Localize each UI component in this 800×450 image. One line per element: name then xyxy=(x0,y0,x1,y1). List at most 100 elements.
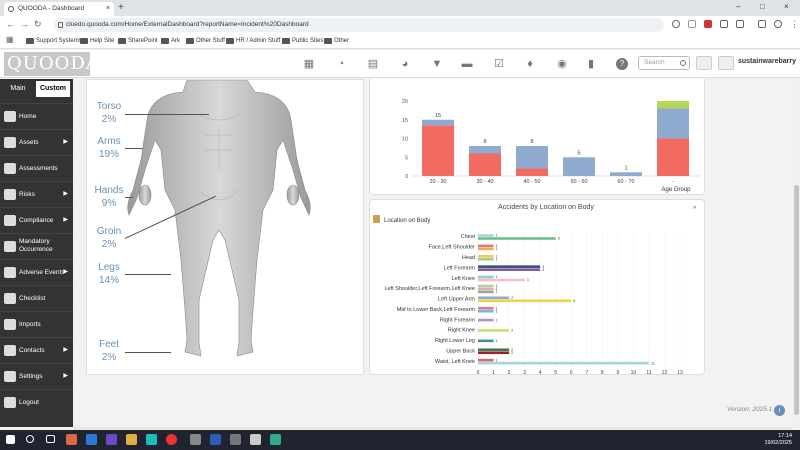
download-icon[interactable] xyxy=(758,20,766,28)
sidebar-item-checklist[interactable]: Checklist xyxy=(0,285,73,311)
app-icon[interactable] xyxy=(270,434,281,445)
body-part-label-arms[interactable]: Arms 19% xyxy=(89,135,129,161)
forward-icon[interactable]: → xyxy=(20,19,29,29)
sidebar-item-contacts[interactable]: Contacts ▶ xyxy=(0,337,73,363)
username[interactable]: sustainwarebarry xyxy=(738,58,796,65)
reload-icon[interactable]: ↻ xyxy=(34,19,42,30)
checklist-icon[interactable]: ☑ xyxy=(493,58,505,70)
bar-value-label: 1 xyxy=(496,275,498,279)
close-tab-icon[interactable]: × xyxy=(106,2,110,16)
body-part-label-groin[interactable]: Groin 2% xyxy=(89,225,129,251)
sidebar-item-label: Risks xyxy=(19,191,35,198)
sidebar-item-assets[interactable]: Assets ▶ xyxy=(0,129,73,155)
edge-icon[interactable] xyxy=(146,434,157,445)
maximize-icon[interactable]: □ xyxy=(760,2,765,11)
chevron-right-icon: ▶ xyxy=(63,373,68,379)
body-part-leader-line xyxy=(125,148,143,149)
bar-value-label: 2 xyxy=(511,329,513,333)
sidebar-item-label: Home xyxy=(19,113,37,120)
browser-tab[interactable]: QUOODA - Dashboard × xyxy=(4,2,114,16)
body-part-percentage: 2% xyxy=(101,239,117,250)
tab-main[interactable]: Main xyxy=(2,81,34,97)
word-icon[interactable] xyxy=(210,434,221,445)
back-icon[interactable]: ← xyxy=(6,19,15,29)
x-tick-label: 60 - 70 xyxy=(617,179,634,185)
app-icon[interactable] xyxy=(190,434,201,445)
gauge-icon[interactable]: ◔ xyxy=(335,58,347,70)
file-explorer-icon[interactable] xyxy=(126,434,137,445)
bookmark-support-systems[interactable]: Support Systems xyxy=(26,37,82,46)
extension-2-icon[interactable] xyxy=(720,20,728,28)
bookmark-icon[interactable]: ▮ xyxy=(585,58,597,70)
sidebar-item-settings[interactable]: Settings ▶ xyxy=(0,363,73,389)
site-info-icon[interactable] xyxy=(58,22,63,28)
bookmark-public-sites[interactable]: Public Sites xyxy=(282,37,323,46)
bar xyxy=(478,254,494,258)
tab-custom[interactable]: Custom xyxy=(36,81,70,97)
folder-icon[interactable]: ▬ xyxy=(461,58,473,70)
info-icon[interactable]: i xyxy=(774,405,785,416)
minimize-icon[interactable]: – xyxy=(736,2,740,11)
user-avatar[interactable] xyxy=(718,56,734,70)
help-icon[interactable]: ? xyxy=(616,58,628,70)
search-placeholder: Search xyxy=(644,59,665,66)
sidebar-item-imports[interactable]: Imports xyxy=(0,311,73,337)
extensions-puzzle-icon[interactable] xyxy=(736,20,744,28)
outlook-icon[interactable] xyxy=(86,434,97,445)
search-icon[interactable] xyxy=(680,60,686,66)
apps-grid-icon[interactable]: ▦ xyxy=(6,35,14,44)
pie-chart-icon[interactable]: ◕ xyxy=(399,58,411,70)
search-icon[interactable] xyxy=(26,435,34,443)
new-tab-button[interactable]: + xyxy=(118,2,124,14)
body-part-label-hands[interactable]: Hands 9% xyxy=(89,184,129,210)
eye-icon[interactable]: ◉ xyxy=(556,58,568,70)
sidebar-item-risks[interactable]: Risks ▶ xyxy=(0,181,73,207)
x-tick-label: 0 xyxy=(477,370,480,376)
sidebar-item-logout[interactable]: Logout xyxy=(0,389,73,415)
body-part-label-torso[interactable]: Torso 2% xyxy=(89,100,129,126)
compliance-icon xyxy=(4,215,16,226)
bookmark-sharepoint[interactable]: SharePoint xyxy=(118,37,158,46)
bookmark-help-site[interactable]: Help Site xyxy=(80,37,114,46)
task-view-icon[interactable] xyxy=(46,435,55,443)
category-label: Face,Left Shoulder xyxy=(429,245,476,251)
body-part-label-legs[interactable]: Legs 14% xyxy=(89,261,129,287)
app-icon[interactable] xyxy=(230,434,241,445)
sidebar-item-adverse-events[interactable]: Adverse Events ▶ xyxy=(0,259,73,285)
sidebar-item-assessments[interactable]: Assessments xyxy=(0,155,73,181)
address-bar[interactable]: cluedo.quooda.com/Home/ExternalDashboard… xyxy=(54,18,664,32)
bar-segment xyxy=(469,146,501,154)
app-icon[interactable] xyxy=(250,434,261,445)
sidebar-item-compliance[interactable]: Compliance ▶ xyxy=(0,207,73,233)
inbox-icon[interactable]: ▤ xyxy=(367,58,379,70)
filter-icon[interactable]: ▼ xyxy=(431,58,443,70)
app-icon[interactable] xyxy=(66,434,77,445)
chrome-icon[interactable] xyxy=(166,434,177,445)
body-part-label-feet[interactable]: Feet 2% xyxy=(89,338,129,364)
bell-icon[interactable]: ♦ xyxy=(524,58,536,70)
vertical-scrollbar-thumb[interactable] xyxy=(794,185,799,415)
profile-icon[interactable] xyxy=(774,20,782,28)
search-input[interactable]: Search xyxy=(638,56,690,70)
teams-icon[interactable] xyxy=(106,434,117,445)
bookmark-other[interactable]: Other xyxy=(324,37,349,46)
zoom-icon[interactable] xyxy=(672,20,680,28)
bookmark-ark[interactable]: Ark xyxy=(161,37,180,46)
bookmark-hr-admin-stuff[interactable]: HR / Admin Stuff xyxy=(226,37,280,46)
close-window-icon[interactable]: × xyxy=(784,2,789,11)
toggle-panel-button[interactable] xyxy=(696,56,712,70)
system-clock[interactable]: 17:14 19/02/2025 xyxy=(764,433,792,447)
windows-start-icon[interactable] xyxy=(6,435,15,444)
bar xyxy=(478,257,494,261)
quooda-logo[interactable]: QUOODA xyxy=(4,52,99,76)
bookmark-star-icon[interactable] xyxy=(688,20,696,28)
calendar-icon[interactable]: ▦ xyxy=(303,58,315,70)
y-tick-label: 10 xyxy=(402,137,408,143)
browser-menu-icon[interactable]: ⋮ xyxy=(790,19,799,30)
sidebar-item-mandatory-occurrence[interactable]: Mandatory Occurrence xyxy=(0,233,73,259)
sidebar-item-home[interactable]: Home xyxy=(0,103,73,129)
bookmark-other-stuff[interactable]: Other Stuff xyxy=(186,37,225,46)
folder-icon xyxy=(118,38,126,44)
x-tick-label: 6 xyxy=(570,370,573,376)
extension-icon[interactable] xyxy=(704,20,712,28)
